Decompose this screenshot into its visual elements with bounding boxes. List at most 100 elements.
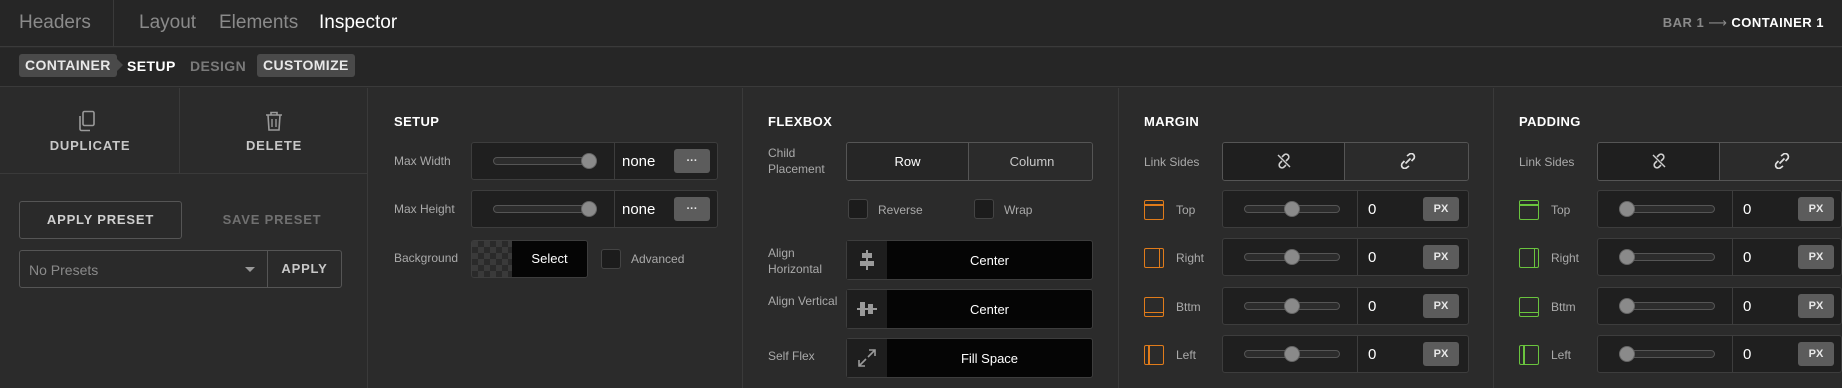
max-width-slider-handle[interactable] <box>581 153 597 169</box>
margin-bottom-side-icon <box>1144 297 1164 317</box>
save-preset-button[interactable]: SAVE PRESET <box>197 201 347 239</box>
padding-bottom-side-icon <box>1519 297 1539 317</box>
max-height-more-button[interactable]: ··· <box>674 197 710 221</box>
padding-link-option[interactable] <box>1721 143 1842 180</box>
margin-left-control: 0 PX <box>1222 335 1469 373</box>
breadcrumb-arrow: ⟶ <box>1708 15 1728 30</box>
padding-top-control: 0 PX <box>1597 190 1842 228</box>
padding-left-slider-handle[interactable] <box>1619 346 1635 362</box>
padding-top-label: Top <box>1551 203 1571 217</box>
max-height-value[interactable]: none <box>622 201 655 218</box>
padding-left-unit-button[interactable]: PX <box>1798 342 1834 366</box>
self-flex-value: Fill Space <box>960 350 1019 366</box>
margin-top-value[interactable]: 0 <box>1368 201 1376 218</box>
padding-right-unit-button[interactable]: PX <box>1798 245 1834 269</box>
margin-link-sides-label: Link Sides <box>1144 155 1200 169</box>
margin-link-option[interactable] <box>1346 143 1468 180</box>
margin-right-side-icon <box>1144 248 1164 268</box>
max-width-value[interactable]: none <box>622 153 655 170</box>
tab-setup[interactable]: SETUP <box>127 58 176 74</box>
padding-top-side-icon <box>1519 200 1539 220</box>
padding-title: PADDING <box>1519 114 1581 129</box>
copy-icon <box>79 110 95 132</box>
margin-bottom-value[interactable]: 0 <box>1368 298 1376 315</box>
background-picker[interactable]: Select <box>471 240 588 278</box>
margin-right-unit-button[interactable]: PX <box>1423 245 1459 269</box>
link-icon <box>1774 152 1790 170</box>
flexbox-panel: FLEXBOX Child Placement Row Column Rever… <box>744 88 1119 388</box>
tab-layout[interactable]: Layout <box>139 12 196 34</box>
padding-left-label: Left <box>1551 348 1572 362</box>
row-option[interactable]: Row <box>847 143 969 180</box>
apply-preset-button[interactable]: APPLY PRESET <box>19 201 182 239</box>
flexbox-title: FLEXBOX <box>768 114 833 129</box>
tab-inspector[interactable]: Inspector <box>319 12 397 34</box>
align-horizontal-value: Center <box>969 252 1010 268</box>
preset-select-value: No Presets <box>29 262 99 278</box>
max-width-label: Max Width <box>394 154 451 168</box>
wrap-checkbox[interactable] <box>974 199 994 219</box>
reverse-checkbox[interactable] <box>848 199 868 219</box>
padding-unlink-option[interactable] <box>1598 143 1720 180</box>
margin-bottom-control: 0 PX <box>1222 287 1469 325</box>
breadcrumb-parent[interactable]: BAR 1 <box>1663 15 1705 30</box>
padding-bottom-control: 0 PX <box>1597 287 1842 325</box>
padding-bottom-slider-handle[interactable] <box>1619 298 1635 314</box>
tab-customize[interactable]: CUSTOMIZE <box>257 54 355 77</box>
margin-top-slider-handle[interactable] <box>1284 201 1300 217</box>
margin-unlink-option[interactable] <box>1223 143 1345 180</box>
tab-design[interactable]: DESIGN <box>190 58 246 74</box>
background-select-button[interactable]: Select <box>512 241 587 277</box>
padding-left-side-icon <box>1519 345 1539 365</box>
margin-left-value[interactable]: 0 <box>1368 346 1376 363</box>
padding-left-value[interactable]: 0 <box>1743 346 1751 363</box>
margin-right-value[interactable]: 0 <box>1368 249 1376 266</box>
duplicate-button[interactable]: DUPLICATE <box>0 88 180 174</box>
margin-left-slider-handle[interactable] <box>1284 346 1300 362</box>
self-flex-select[interactable]: Fill Space <box>846 338 1093 378</box>
padding-link-sides-toggle <box>1597 142 1842 181</box>
tab-elements[interactable]: Elements <box>219 12 298 34</box>
max-width-more-button[interactable]: ··· <box>674 149 710 173</box>
breadcrumb-current: CONTAINER 1 <box>1731 15 1824 30</box>
margin-title: MARGIN <box>1144 114 1200 129</box>
margin-bottom-slider-handle[interactable] <box>1284 298 1300 314</box>
margin-right-slider-handle[interactable] <box>1284 249 1300 265</box>
delete-button[interactable]: DELETE <box>180 88 368 174</box>
align-vertical-select[interactable]: Center <box>846 289 1093 329</box>
padding-right-control: 0 PX <box>1597 238 1842 276</box>
column-option[interactable]: Column <box>970 143 1092 180</box>
padding-right-value[interactable]: 0 <box>1743 249 1751 266</box>
preset-select[interactable]: No Presets <box>19 250 268 288</box>
margin-right-control: 0 PX <box>1222 238 1469 276</box>
padding-top-value[interactable]: 0 <box>1743 201 1751 218</box>
padding-right-side-icon <box>1519 248 1539 268</box>
setup-title: SETUP <box>394 114 440 129</box>
margin-top-unit-button[interactable]: PX <box>1423 197 1459 221</box>
margin-top-label: Top <box>1176 203 1196 217</box>
apply-button[interactable]: APPLY <box>267 250 342 288</box>
margin-bottom-unit-button[interactable]: PX <box>1423 294 1459 318</box>
padding-top-unit-button[interactable]: PX <box>1798 197 1834 221</box>
margin-top-control: 0 PX <box>1222 190 1469 228</box>
breadcrumb: BAR 1 ⟶ CONTAINER 1 <box>1663 15 1824 31</box>
padding-bottom-unit-button[interactable]: PX <box>1798 294 1834 318</box>
unlink-icon <box>1277 153 1290 169</box>
reverse-label: Reverse <box>878 203 923 217</box>
child-placement-label: Child Placement <box>768 146 825 176</box>
padding-top-slider-handle[interactable] <box>1619 201 1635 217</box>
margin-right-label: Right <box>1176 251 1205 265</box>
margin-top-side-icon <box>1144 200 1164 220</box>
padding-right-slider-handle[interactable] <box>1619 249 1635 265</box>
tab-headers[interactable]: Headers <box>19 12 91 34</box>
delete-label: DELETE <box>245 138 303 153</box>
margin-bottom-label: Bttm <box>1176 300 1201 314</box>
link-icon <box>1400 152 1416 170</box>
align-horizontal-select[interactable]: Center <box>846 240 1093 280</box>
margin-left-unit-button[interactable]: PX <box>1423 342 1459 366</box>
max-height-slider-handle[interactable] <box>581 201 597 217</box>
sub-bar: CONTAINER SETUP DESIGN CUSTOMIZE <box>0 48 1842 87</box>
advanced-checkbox[interactable] <box>601 249 621 269</box>
expand-icon <box>858 349 876 367</box>
padding-bottom-value[interactable]: 0 <box>1743 298 1751 315</box>
